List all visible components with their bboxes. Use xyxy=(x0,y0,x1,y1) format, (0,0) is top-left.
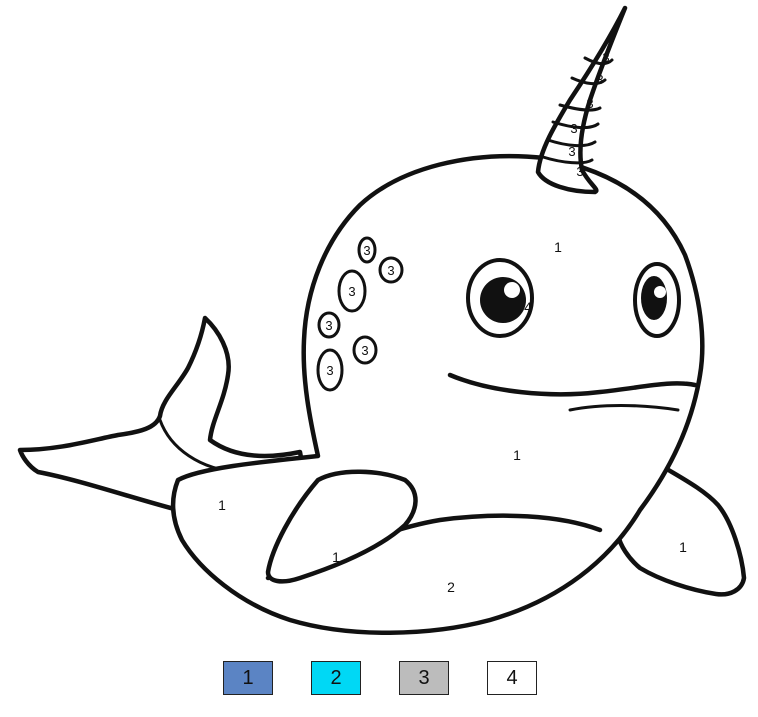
label-spot-5: 3 xyxy=(361,343,368,358)
label-spot-4: 3 xyxy=(325,318,332,333)
color-legend: 1 2 3 4 xyxy=(0,661,758,699)
right-eye xyxy=(633,262,681,338)
label-spot-3: 3 xyxy=(348,284,355,299)
label-tail: 1 xyxy=(218,497,226,513)
label-front-fin: 1 xyxy=(332,549,340,565)
coloring-page: 1 4 1 1 1 1 2 3 3 3 3 3 3 3 3 3 3 3 3 xyxy=(0,0,758,712)
swatch-3[interactable]: 3 xyxy=(399,661,449,695)
label-horn-1: 3 xyxy=(602,50,609,65)
swatch-2[interactable]: 2 xyxy=(311,661,361,695)
label-horn-4: 3 xyxy=(570,121,577,136)
narwhal-drawing: 1 4 1 1 1 1 2 3 3 3 3 3 3 3 3 3 3 3 3 xyxy=(17,5,747,635)
label-eye: 4 xyxy=(524,299,532,315)
label-horn-5: 3 xyxy=(568,144,575,159)
label-horn-6: 3 xyxy=(576,164,583,179)
label-body-middle: 1 xyxy=(513,447,521,463)
label-horn-3: 3 xyxy=(586,96,593,111)
label-spot-6: 3 xyxy=(326,363,333,378)
label-horn-2: 3 xyxy=(596,72,603,87)
label-spot-1: 3 xyxy=(363,243,370,258)
label-spot-2: 3 xyxy=(387,263,394,278)
swatch-1[interactable]: 1 xyxy=(223,661,273,695)
label-body-top: 1 xyxy=(554,239,562,255)
left-eye xyxy=(466,258,534,338)
label-back-fin: 1 xyxy=(679,539,687,555)
swatch-4[interactable]: 4 xyxy=(487,661,537,695)
label-belly: 2 xyxy=(447,579,455,595)
body-region[interactable] xyxy=(170,153,705,635)
